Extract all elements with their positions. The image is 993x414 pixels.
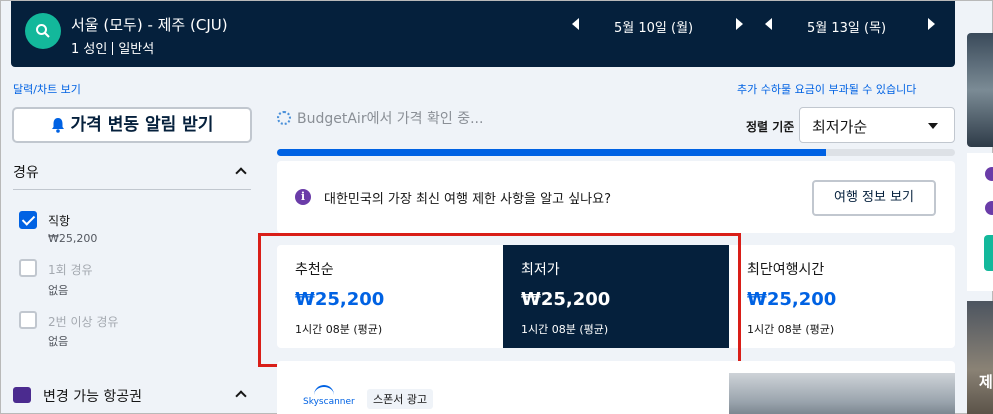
- stops-one-price: 없음: [48, 284, 69, 297]
- ad-brand: Skyscanner: [303, 397, 355, 407]
- search-summary-header: 서울 (모두) - 제주 (CJU) 1 성인 일반석 5월 10일 (월) 5월…: [11, 1, 955, 67]
- return-next-icon[interactable]: [928, 18, 935, 30]
- stops-direct-price: ₩25,200: [48, 232, 98, 245]
- sort-select[interactable]: 최저가순: [799, 107, 955, 143]
- progress-fill: [277, 149, 827, 156]
- stops-one-checkbox[interactable]: [19, 259, 37, 277]
- price-alert-button[interactable]: 가격 변동 알림 받기: [12, 107, 252, 143]
- airline-icon: [13, 387, 31, 403]
- stops-direct-checkbox[interactable]: [19, 211, 37, 229]
- fees-notice-link[interactable]: 추가 수하물 요금이 부과될 수 있습니다: [737, 81, 916, 97]
- return-date[interactable]: 5월 13일 (목): [807, 17, 886, 36]
- sunrise-icon: [314, 385, 334, 395]
- chevron-up-icon[interactable]: [235, 167, 247, 179]
- spinner-icon: [277, 111, 291, 125]
- right-rail-card[interactable]: [967, 153, 993, 291]
- loading-text: BudgetAir에서 가격 확인 중...: [297, 111, 484, 127]
- stops-multi-checkbox[interactable]: [19, 311, 37, 329]
- sponsor-badge: 스폰서 광고: [367, 389, 434, 409]
- skyscanner-logo: Skyscanner: [303, 385, 355, 407]
- sponsored-ad-card[interactable]: Skyscanner 스폰서 광고: [277, 361, 955, 414]
- sort-label: 정렬 기준: [746, 120, 795, 134]
- dropdown-arrow-icon: [928, 123, 938, 129]
- right-rail-promo[interactable]: 제: [967, 301, 993, 414]
- travel-info-card: i 대한민국의 가장 최신 여행 제한 사항을 알고 싶나요? 여행 정보 보기: [277, 161, 955, 233]
- travel-info-text: 대한민국의 가장 최신 여행 제한 사항을 알고 싶나요?: [324, 192, 611, 207]
- return-prev-icon[interactable]: [765, 18, 772, 30]
- bell-icon: [51, 112, 65, 144]
- chevron-up-icon[interactable]: [235, 390, 247, 402]
- stops-one-label: 1회 경유: [48, 263, 93, 277]
- depart-prev-icon[interactable]: [572, 18, 579, 30]
- loading-status: BudgetAir에서 가격 확인 중...: [277, 108, 483, 128]
- search-button[interactable]: [25, 13, 61, 49]
- calendar-link[interactable]: 달력/차트 보기: [13, 81, 81, 97]
- travel-info-button[interactable]: 여행 정보 보기: [812, 180, 936, 216]
- passenger-count: 1 성인: [71, 42, 108, 57]
- loading-progress-bar: [277, 149, 955, 156]
- tab-name: 최단여행시간: [747, 262, 825, 278]
- depart-date[interactable]: 5월 10일 (월): [614, 17, 693, 36]
- tab-fastest[interactable]: 최단여행시간 ₩25,200 1시간 08분 (평균): [729, 245, 955, 348]
- sort-value: 최저가순: [812, 118, 868, 136]
- price-alert-label: 가격 변동 알림 받기: [70, 115, 214, 135]
- info-icon: i: [295, 189, 311, 205]
- stops-direct-label: 직항: [48, 214, 71, 228]
- passenger-cabin[interactable]: 1 성인 일반석: [71, 38, 154, 57]
- tab-price: ₩25,200: [747, 289, 837, 310]
- route-text[interactable]: 서울 (모두) - 제주 (CJU): [71, 14, 228, 35]
- right-rail-icon: [985, 167, 993, 181]
- tab-duration: 1시간 08분 (평균): [747, 323, 835, 336]
- flexible-ticket-filter-title[interactable]: 변경 가능 항공권: [43, 386, 142, 406]
- depart-next-icon[interactable]: [736, 18, 743, 30]
- ad-image: [729, 373, 955, 414]
- stops-filter-title[interactable]: 경유: [13, 162, 39, 182]
- cabin-class: 일반석: [118, 42, 155, 57]
- right-rail-icon: [985, 201, 993, 215]
- right-rail-image[interactable]: [967, 33, 993, 147]
- highlight-annotation-box: [258, 233, 741, 367]
- right-rail-button[interactable]: [984, 235, 993, 271]
- right-rail-peek-text: 제: [979, 373, 993, 391]
- filter-divider: [13, 189, 251, 190]
- stops-multi-label: 2번 이상 경유: [48, 315, 119, 329]
- search-icon: [36, 24, 50, 38]
- stops-multi-price: 없음: [48, 335, 69, 348]
